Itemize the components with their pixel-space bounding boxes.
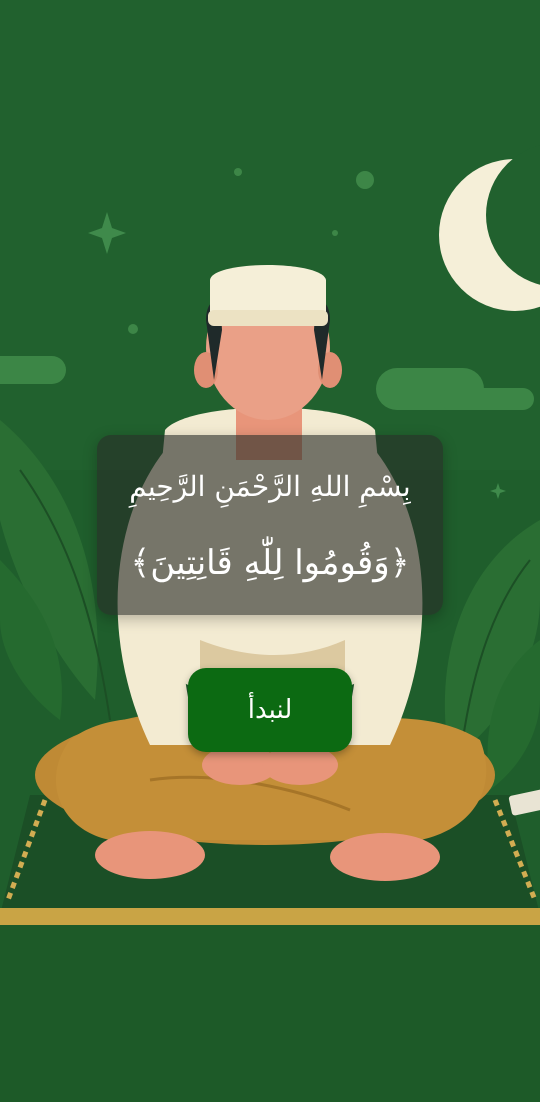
dot-decoration — [332, 230, 338, 236]
verse-card: بِسْمِ اللهِ الرَّحْمَنِ الرَّحِيمِ ﴿وَق… — [97, 435, 443, 615]
dot-decoration — [128, 324, 138, 334]
cloud — [440, 388, 534, 410]
verse-text: ﴿وَقُومُوا لِلّٰهِ قَانِتِينَ﴾ — [130, 543, 410, 583]
dot-decoration — [356, 171, 374, 189]
cloud — [0, 356, 66, 384]
bismillah-text: بِسْمِ اللهِ الرَّحْمَنِ الرَّحِيمِ — [129, 470, 411, 503]
start-button[interactable]: لنبدأ — [188, 668, 352, 752]
dot-decoration — [234, 168, 242, 176]
